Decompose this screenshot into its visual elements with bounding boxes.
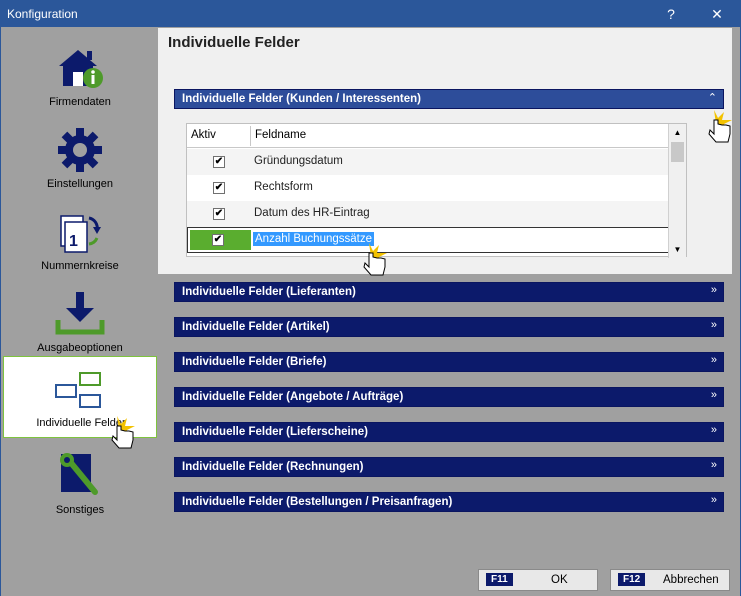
section-title: Individuelle Felder (Briefe) <box>182 356 327 368</box>
fields-table: Aktiv Feldname ✔ Gründungsdatum ✔ Rechts… <box>186 123 687 258</box>
table-row[interactable]: ✔ Datum des HR-Eintrag <box>187 201 669 227</box>
chevron-down-icon[interactable]: » <box>711 319 717 331</box>
page-header: Individuelle Felder <box>158 28 732 74</box>
sidebar-item-einstellungen[interactable]: Einstellungen <box>3 116 157 198</box>
aktiv-checkbox[interactable]: ✔ <box>213 156 225 168</box>
scroll-down-icon[interactable]: ▼ <box>669 241 686 258</box>
section-angebote[interactable]: Individuelle Felder (Angebote / Aufträge… <box>174 387 724 407</box>
section-bestellungen[interactable]: Individuelle Felder (Bestellungen / Prei… <box>174 492 724 512</box>
chevron-down-icon[interactable]: » <box>711 284 717 296</box>
aktiv-checkbox[interactable]: ✔ <box>212 234 224 246</box>
help-button[interactable]: ? <box>649 1 693 27</box>
feldname-cell: Datum des HR-Eintrag <box>254 207 370 219</box>
hand-cursor-icon <box>111 416 135 449</box>
svg-text:1: 1 <box>69 233 78 250</box>
button-label: Abbrechen <box>663 574 719 586</box>
section-rechnungen[interactable]: Individuelle Felder (Rechnungen) » <box>174 457 724 477</box>
page-title: Individuelle Felder <box>168 34 300 51</box>
chevron-down-icon[interactable]: » <box>711 389 717 401</box>
sidebar-item-label: Firmendaten <box>49 96 111 108</box>
column-header-aktiv[interactable]: Aktiv <box>191 129 216 141</box>
ok-button[interactable]: F11 OK <box>478 569 598 591</box>
sidebar-item-label: Einstellungen <box>46 178 114 190</box>
sidebar: Firmendaten Einstellungen 1 Nummernkreis… <box>3 28 157 564</box>
sidebar-item-sonstiges[interactable]: Sonstiges <box>3 442 157 524</box>
hand-cursor-icon <box>363 243 387 276</box>
section-title: Individuelle Felder (Lieferanten) <box>182 286 356 298</box>
section-title: Individuelle Felder (Lieferscheine) <box>182 426 368 438</box>
aktiv-checkbox[interactable]: ✔ <box>213 182 225 194</box>
shortcut-badge: F11 <box>486 573 513 586</box>
section-title: Individuelle Felder (Rechnungen) <box>182 461 364 473</box>
sidebar-item-firmendaten[interactable]: Firmendaten <box>3 34 157 116</box>
shortcut-badge: F12 <box>618 573 646 586</box>
section-title: Individuelle Felder (Bestellungen / Prei… <box>182 496 453 508</box>
table-row[interactable]: ✔ Rechtsform <box>187 175 669 201</box>
footer: F11 OK F12 Abbrechen <box>1 564 740 596</box>
section-title: Individuelle Felder (Kunden / Interessen… <box>182 93 421 105</box>
aktiv-checkbox[interactable]: ✔ <box>213 208 225 220</box>
section-title: Individuelle Felder (Artikel) <box>182 321 330 333</box>
chevron-down-icon[interactable]: » <box>711 424 717 436</box>
feldname-cell: Gründungsdatum <box>254 155 343 167</box>
window-title: Konfiguration <box>7 7 78 21</box>
gear-icon <box>58 128 102 172</box>
cancel-button[interactable]: F12 Abbrechen <box>610 569 730 591</box>
chevron-down-icon[interactable]: » <box>711 459 717 471</box>
scroll-thumb[interactable] <box>671 142 684 162</box>
chevron-down-icon[interactable]: » <box>711 494 717 506</box>
table-header: Aktiv Feldname <box>187 124 669 148</box>
feldname-cell: Rechtsform <box>254 181 313 193</box>
table-row[interactable]: ✔ Gründungsdatum <box>187 149 669 175</box>
section-briefe[interactable]: Individuelle Felder (Briefe) » <box>174 352 724 372</box>
button-label: OK <box>551 574 568 586</box>
section-title: Individuelle Felder (Angebote / Aufträge… <box>182 391 404 403</box>
sidebar-item-ausgabeoptionen[interactable]: Ausgabeoptionen <box>3 280 157 362</box>
chevron-up-icon[interactable]: ⌃ <box>708 91 717 104</box>
section-lieferanten[interactable]: Individuelle Felder (Lieferanten) » <box>174 282 724 302</box>
close-button[interactable]: ✕ <box>695 1 739 27</box>
config-window: Konfiguration ? ✕ Firmendaten Einstellun… <box>0 0 741 596</box>
hand-cursor-icon <box>708 110 732 143</box>
document-cycle-icon: 1 <box>60 215 101 253</box>
table-row-selected[interactable]: ✔ Anzahl Buchungssätze <box>187 227 669 253</box>
house-info-icon <box>59 50 103 88</box>
section-lieferscheine[interactable]: Individuelle Felder (Lieferscheine) » <box>174 422 724 442</box>
fields-icon <box>55 372 101 408</box>
wrench-icon <box>60 453 98 495</box>
scroll-up-icon[interactable]: ▲ <box>669 124 686 141</box>
sidebar-item-label: Nummernkreise <box>41 260 119 272</box>
sidebar-item-label: Sonstiges <box>55 504 105 516</box>
column-header-feldname[interactable]: Feldname <box>255 129 306 141</box>
sidebar-item-label: Ausgabeoptionen <box>37 342 123 354</box>
section-artikel[interactable]: Individuelle Felder (Artikel) » <box>174 317 724 337</box>
titlebar: Konfiguration ? ✕ <box>1 1 740 27</box>
feldname-input[interactable]: Anzahl Buchungssätze <box>253 232 374 246</box>
sidebar-item-nummernkreise[interactable]: 1 Nummernkreise <box>3 198 157 280</box>
chevron-down-icon[interactable]: » <box>711 354 717 366</box>
section-kunden[interactable]: Individuelle Felder (Kunden / Interessen… <box>174 89 724 109</box>
download-icon <box>55 292 105 335</box>
vertical-scrollbar[interactable]: ▲ ▼ <box>668 124 686 258</box>
